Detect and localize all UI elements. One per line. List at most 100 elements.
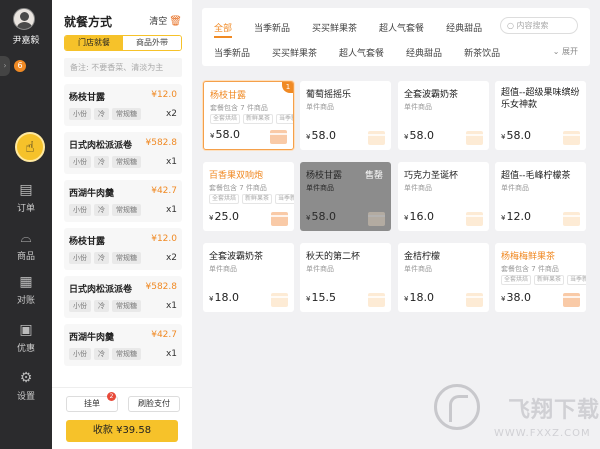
category-tab[interactable]: 经典甜品 (406, 46, 442, 59)
order-item[interactable]: 日式肉松派派卷 ¥582.8 小份冷常规糖 x1 (64, 132, 182, 174)
order-item-price: ¥582.8 (145, 282, 178, 292)
package-icon (271, 212, 288, 226)
nav-item-orders[interactable]: ▤ 订单 (0, 182, 52, 214)
notification-badge[interactable]: 6 (14, 60, 26, 72)
product-name: 百香果双响炮 (209, 171, 264, 181)
nav-item-settings[interactable]: ⚙ 设置 (0, 370, 52, 402)
search-placeholder: 内容搜索 (516, 21, 549, 30)
search-icon: ○ (507, 21, 514, 30)
watermark-title: 飞翔下载 (508, 398, 600, 423)
order-item-tag: 冷 (94, 204, 109, 216)
left-nav: 尹嘉毅 › 6 ☝ ▤ 订单 ⌓ 商品 ▦ 对账 ▣ 优惠 ⚙ 设置 (0, 0, 52, 449)
product-card[interactable]: 杨枝甘露 套餐包含 7 件商品 全套烘焙新鲜果茶当季新品 ¥58.0 1 (203, 81, 294, 150)
product-card[interactable]: 全套波霸奶茶 单件商品 ¥18.0 (203, 243, 294, 312)
order-item[interactable]: 杨枝甘露 ¥12.0 小份冷常规糖 x2 (64, 84, 182, 126)
order-item-price: ¥12.0 (151, 90, 177, 100)
face-pay-button[interactable]: 刷脸支付 (128, 396, 180, 412)
hold-order-button[interactable]: 挂单 2 (66, 392, 118, 412)
category-tab[interactable]: 当季新品 (254, 21, 290, 38)
order-item-price: ¥42.7 (151, 330, 177, 340)
order-item-name: 日式肉松派派卷 (69, 141, 133, 151)
order-item-qty: x2 (165, 109, 177, 119)
category-tab[interactable]: 当季新品 (214, 46, 250, 59)
order-item[interactable]: 西湖牛肉羹 ¥42.7 小份冷常规糖 x1 (64, 324, 182, 366)
product-card[interactable]: 杨梅梅鲜果茶 套餐包含 7 件商品 全套烘焙新鲜果茶当季新品 ¥38.0 (495, 243, 586, 312)
collapse-handle[interactable]: › (0, 56, 10, 76)
product-card[interactable]: 秋天的第二杯 单件商品 ¥15.5 (300, 243, 391, 312)
order-note-input[interactable]: 备注: 不要香菜、清淡为主 (64, 58, 182, 77)
nav-label: 优惠 (16, 344, 35, 354)
package-icon (466, 293, 483, 307)
product-type: 单件商品 (404, 103, 432, 111)
product-name: 超值--毛峰柠檬茶 (501, 171, 571, 181)
nav-label: 订单 (16, 204, 35, 214)
hand-pointer-icon[interactable]: ☝ (15, 132, 45, 162)
site-watermark: 飞翔下载 WWW.FXXZ.COM (412, 380, 600, 449)
gear-icon: ⚙ (19, 370, 33, 386)
product-card[interactable]: 金桔柠檬 单件商品 ¥18.0 (398, 243, 489, 312)
expand-categories-button[interactable]: ⌄ 展开 (553, 46, 578, 57)
product-card[interactable]: 巧克力圣诞杯 单件商品 ¥16.0 (398, 162, 489, 231)
user-avatar[interactable] (13, 8, 35, 30)
package-icon (271, 293, 288, 307)
username: 尹嘉毅 (12, 36, 40, 46)
wallet-icon: ▣ (19, 322, 33, 338)
watermark-url: WWW.FXXZ.COM (494, 428, 591, 439)
product-card[interactable]: 全套波霸奶茶 单件商品 ¥58.0 (398, 81, 489, 150)
category-row-secondary: 当季新品 买买鲜果茶 超人气套餐 经典甜品 新茶饮品 (214, 46, 500, 59)
order-item-tag: 小份 (69, 348, 91, 360)
order-item-tag: 小份 (69, 204, 91, 216)
clear-button[interactable]: 清空 🗑 (149, 14, 182, 27)
order-item-price: ¥42.7 (151, 186, 177, 196)
product-card[interactable]: 超值--超级果味缤纷乐女神款 ¥58.0 (495, 81, 586, 150)
dine-mode-toggle: 门店就餐 商品外带 (64, 35, 182, 51)
dine-mode-title: 就餐方式 (64, 15, 113, 29)
order-item-name: 西湖牛肉羹 (69, 333, 115, 343)
product-name: 杨枝甘露 (306, 171, 343, 181)
order-item-tag: 常规糖 (112, 204, 141, 216)
order-item-tag: 常规糖 (112, 108, 141, 120)
expand-label: 展开 (562, 47, 578, 56)
category-tab[interactable]: 超人气套餐 (339, 46, 384, 59)
nav-item-reconcile[interactable]: ▦ 对账 (0, 274, 52, 306)
search-input[interactable]: ○ 内容搜索 (500, 17, 578, 34)
order-item[interactable]: 西湖牛肉羹 ¥42.7 小份冷常规糖 x1 (64, 180, 182, 222)
order-item-name: 杨枝甘露 (69, 237, 106, 247)
trash-icon: 🗑 (169, 16, 182, 27)
product-name: 金桔柠檬 (404, 252, 441, 262)
category-tab[interactable]: 买买鲜果茶 (272, 46, 317, 59)
product-card-soldout[interactable]: 杨枝甘露 售罄 单件商品 ¥58.0 (300, 162, 391, 231)
order-item[interactable]: 日式肉松派派卷 ¥582.8 小份冷常规糖 x1 (64, 276, 182, 318)
order-item-tag: 小份 (69, 156, 91, 168)
order-item[interactable]: 杨枝甘露 ¥12.0 小份冷常规糖 x2 (64, 228, 182, 270)
product-card[interactable]: 葡萄摇摇乐 单件商品 ¥58.0 (300, 81, 391, 150)
order-item-list: 杨枝甘露 ¥12.0 小份冷常规糖 x2 日式肉松派派卷 ¥582.8 小份冷常… (64, 84, 182, 372)
package-icon (368, 293, 385, 307)
product-card[interactable]: 百香果双响炮 套餐包含 7 件商品 全套烘焙新鲜果茶当季新品 ¥25.0 (203, 162, 294, 231)
category-tab[interactable]: 经典甜品 (446, 21, 482, 38)
chevron-down-icon: ⌄ (552, 47, 560, 56)
product-type: 单件商品 (404, 184, 432, 192)
order-item-name: 日式肉松派派卷 (69, 285, 133, 295)
category-tab-all[interactable]: 全部 (214, 21, 233, 38)
takeaway-option[interactable]: 商品外带 (123, 36, 181, 50)
product-type: 套餐包含 7 件商品 (501, 265, 559, 273)
product-price: ¥58.0 (501, 129, 531, 142)
category-tab[interactable]: 新茶饮品 (464, 46, 500, 59)
nav-item-discounts[interactable]: ▣ 优惠 (0, 322, 52, 354)
order-item-tag: 小份 (69, 252, 91, 264)
collect-payment-button[interactable]: 收款 ¥39.58 (66, 420, 178, 442)
package-icon (563, 212, 580, 226)
category-tab[interactable]: 超人气套餐 (379, 21, 424, 38)
product-tag: 新鲜果茶 (534, 275, 565, 285)
package-icon (466, 212, 483, 226)
dine-in-option[interactable]: 门店就餐 (65, 36, 123, 50)
nav-item-products[interactable]: ⌓ 商品 (0, 230, 52, 262)
product-tag: 全套烘焙 (210, 114, 241, 124)
product-tag: 新鲜果茶 (242, 194, 273, 204)
order-item-tag: 小份 (69, 108, 91, 120)
category-tab[interactable]: 买买鲜果茶 (312, 21, 357, 38)
product-card[interactable]: 超值--毛峰柠檬茶 单件商品 ¥12.0 (495, 162, 586, 231)
watermark-logo-icon (434, 384, 480, 430)
order-item-qty: x1 (165, 205, 177, 215)
